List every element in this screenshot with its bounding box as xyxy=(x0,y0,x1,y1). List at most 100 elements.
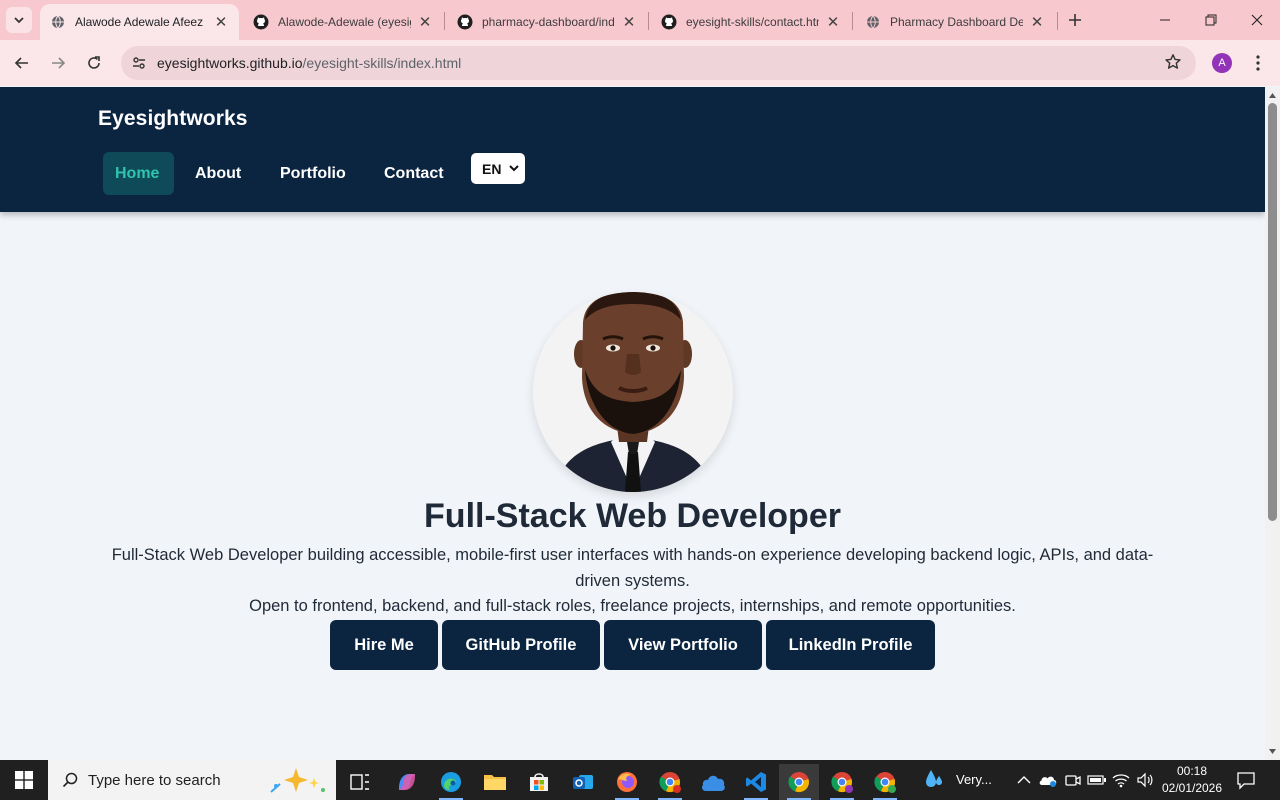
search-icon xyxy=(62,772,78,788)
chevron-down-icon xyxy=(14,17,24,24)
tab-pharmacy-dashboard[interactable]: Pharmacy Dashboard De ✕ xyxy=(855,4,1055,40)
taskbar-search-placeholder: Type here to search xyxy=(88,772,221,789)
volume-icon[interactable] xyxy=(1135,770,1155,790)
close-icon[interactable]: ✕ xyxy=(621,14,637,31)
taskbar-clock[interactable]: 00:18 02/01/2026 xyxy=(1160,763,1224,797)
new-tab-button[interactable] xyxy=(1063,8,1087,32)
outlook-app[interactable] xyxy=(563,764,603,800)
more-vertical-icon xyxy=(1256,55,1260,71)
nav-portfolio[interactable]: Portfolio xyxy=(268,152,358,195)
windows-logo-icon xyxy=(15,771,33,789)
tab-portfolio[interactable]: Alawode Adewale Afeez | ✕ xyxy=(40,4,239,40)
site-info-button[interactable] xyxy=(127,51,151,75)
github-icon xyxy=(253,14,269,30)
tab-title: eyesight-skills/contact.htm xyxy=(686,15,819,29)
profile-photo xyxy=(533,292,733,492)
firefox-icon xyxy=(617,772,637,792)
tab-search-button[interactable] xyxy=(6,7,32,33)
firefox-app[interactable] xyxy=(607,764,647,800)
tab-github-profile[interactable]: Alawode-Adewale (eyesight ✕ xyxy=(243,4,443,40)
weather-text[interactable]: Very... xyxy=(956,772,992,787)
chrome-icon xyxy=(874,772,896,793)
scroll-down-arrow-icon[interactable] xyxy=(1268,747,1277,756)
github-profile-button[interactable]: GitHub Profile xyxy=(442,620,600,670)
hire-me-button[interactable]: Hire Me xyxy=(330,620,438,670)
meet-now-icon[interactable] xyxy=(1063,770,1083,790)
back-button[interactable] xyxy=(9,50,35,76)
copilot-icon xyxy=(399,774,415,790)
battery-icon[interactable] xyxy=(1087,770,1107,790)
hero-title: Full-Stack Web Developer xyxy=(424,497,841,535)
view-portfolio-button[interactable]: View Portfolio xyxy=(604,620,762,670)
hero-subtitle: Open to frontend, backend, and full-stac… xyxy=(249,597,1016,615)
edge-app[interactable] xyxy=(431,764,471,800)
tab-separator xyxy=(1057,12,1058,30)
tune-icon xyxy=(133,57,145,69)
language-select[interactable]: EN xyxy=(471,153,525,184)
clock-date: 02/01/2026 xyxy=(1161,781,1223,795)
chrome-profile-a-app[interactable] xyxy=(822,764,862,800)
taskbar-search-box[interactable]: Type here to search xyxy=(48,760,336,800)
close-icon[interactable]: ✕ xyxy=(213,14,229,31)
tab-title: Alawode-Adewale (eyesight xyxy=(278,15,411,29)
chrome-icon xyxy=(831,772,853,793)
close-icon[interactable]: ✕ xyxy=(825,14,841,31)
cloud-icon xyxy=(702,775,725,791)
chrome-icon xyxy=(659,772,681,793)
profile-avatar[interactable]: A xyxy=(1212,53,1232,73)
star-icon xyxy=(1165,54,1181,69)
site-logo[interactable]: Eyesightworks xyxy=(98,107,248,131)
notification-icon[interactable] xyxy=(1236,770,1256,795)
reload-button[interactable] xyxy=(81,50,107,76)
address-bar[interactable]: eyesightworks.github.io/eyesight-skills/… xyxy=(121,46,1196,80)
cloud-app[interactable] xyxy=(693,764,733,800)
arrow-right-icon xyxy=(52,57,66,69)
page-scrollbar[interactable] xyxy=(1265,87,1280,760)
minimize-button[interactable] xyxy=(1142,0,1188,40)
tab-title: Alawode Adewale Afeez | xyxy=(75,15,207,29)
github-icon xyxy=(457,14,473,30)
globe-icon xyxy=(865,14,881,30)
nav-about[interactable]: About xyxy=(183,152,253,195)
close-icon[interactable]: ✕ xyxy=(1029,14,1045,31)
clock-time: 00:18 xyxy=(1176,764,1208,778)
tab-pharmacy-repo[interactable]: pharmacy-dashboard/index ✕ xyxy=(447,4,647,40)
page-viewport: Eyesightworks Home About Portfolio Conta… xyxy=(0,87,1265,760)
tab-separator xyxy=(852,12,853,30)
tab-separator xyxy=(648,12,649,30)
copilot-app[interactable] xyxy=(387,764,427,800)
restore-button[interactable] xyxy=(1188,0,1234,40)
nav-contact[interactable]: Contact xyxy=(372,152,456,195)
folder-icon xyxy=(484,775,506,790)
nav-home[interactable]: Home xyxy=(103,152,174,195)
tab-separator xyxy=(444,12,445,30)
scroll-up-arrow-icon[interactable] xyxy=(1268,91,1277,100)
weather-icon[interactable] xyxy=(925,769,945,789)
microsoft-store-app[interactable] xyxy=(519,764,559,800)
bookmark-button[interactable] xyxy=(1164,53,1182,76)
chevron-down-icon xyxy=(509,165,519,172)
close-window-button[interactable] xyxy=(1234,0,1280,40)
wifi-icon[interactable] xyxy=(1111,770,1131,790)
url-host: eyesightworks.github.io xyxy=(157,55,303,71)
chevron-up-icon[interactable] xyxy=(1014,770,1034,790)
outlook-icon xyxy=(573,775,593,789)
edge-icon xyxy=(441,772,461,792)
chrome-app-active[interactable] xyxy=(779,764,819,800)
tab-contact-repo[interactable]: eyesight-skills/contact.htm ✕ xyxy=(651,4,851,40)
onedrive-icon[interactable] xyxy=(1038,770,1058,790)
browser-menu-button[interactable] xyxy=(1250,52,1266,74)
scrollbar-thumb[interactable] xyxy=(1268,103,1277,521)
start-button[interactable] xyxy=(0,760,48,800)
minimize-icon xyxy=(1160,19,1170,21)
vscode-app[interactable] xyxy=(736,764,776,800)
close-icon[interactable]: ✕ xyxy=(417,14,433,31)
linkedin-profile-button[interactable]: LinkedIn Profile xyxy=(766,620,935,670)
forward-button[interactable] xyxy=(45,50,71,76)
arrow-left-icon xyxy=(14,57,28,69)
task-view-icon xyxy=(350,774,369,790)
file-explorer-app[interactable] xyxy=(475,764,515,800)
chrome-profile-b-app[interactable] xyxy=(865,764,905,800)
task-view-button[interactable] xyxy=(340,764,380,800)
chrome-profile-app[interactable] xyxy=(650,764,690,800)
